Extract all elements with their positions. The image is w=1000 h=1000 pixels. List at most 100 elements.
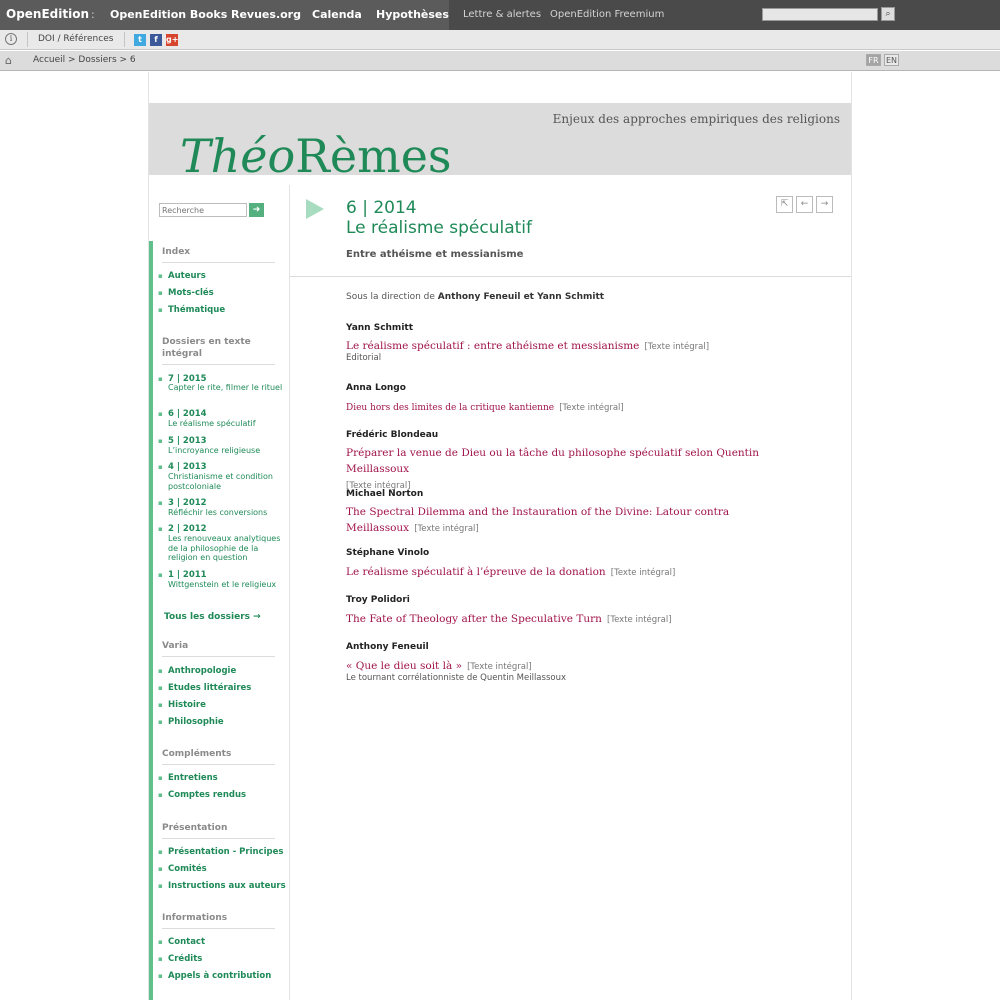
article-entry: Le réalisme spéculatif : entre athéisme … [346, 337, 786, 354]
sidebar-item-comptes-rendus[interactable]: Comptes rendus [168, 790, 246, 800]
facebook-icon[interactable]: f [150, 34, 162, 46]
sidebar-item-thematique[interactable]: Thématique [168, 305, 225, 315]
doi-references-link[interactable]: DOI / Références [38, 34, 113, 44]
sidebar-item-entretiens[interactable]: Entretiens [168, 773, 218, 783]
issue-link-4[interactable]: 4 | 2013 [168, 462, 207, 472]
issue-title-1[interactable]: Wittgenstein et le religieux [168, 580, 283, 590]
sidebar-search-input[interactable] [159, 203, 247, 217]
nav-next-icon[interactable]: → [816, 196, 833, 213]
nav-previous-icon[interactable]: ← [796, 196, 813, 213]
bullet: ▪ [158, 525, 163, 533]
sidebar-item-auteurs[interactable]: Auteurs [168, 271, 206, 281]
lang-fr-button[interactable]: FR [866, 54, 881, 66]
heading-divider [290, 276, 851, 277]
portal-link-books[interactable]: OpenEdition Books [110, 8, 227, 21]
direction-names: Anthony Feneuil et Yann Schmitt [437, 292, 605, 302]
full-text-link[interactable]: [Texte intégral] [607, 615, 672, 625]
article-title-link[interactable]: The Spectral Dilemma and the Instauratio… [346, 506, 729, 534]
info-icon[interactable]: i [5, 33, 17, 45]
issue-subtitle: Entre athéisme et messianisme [346, 249, 524, 260]
bullet: ▪ [158, 791, 163, 799]
issue-title-3[interactable]: Réfléchir les conversions [168, 508, 283, 518]
sidebar-accent-bar [149, 241, 153, 1000]
google-plus-icon[interactable]: g+ [166, 34, 178, 46]
article-title-link[interactable]: Préparer la venue de Dieu ou la tâche du… [346, 447, 759, 475]
bullet: ▪ [158, 375, 163, 383]
bullet: ▪ [158, 774, 163, 782]
direction-line: Sous la direction de Anthony Feneuil et … [346, 292, 604, 302]
bullet: ▪ [158, 667, 163, 675]
issue-title-4[interactable]: Christianisme et condition postcoloniale [168, 472, 283, 491]
portal-link-hypotheses[interactable]: Hypothèses [376, 8, 449, 21]
article-title-link[interactable]: « Que le dieu soit là » [346, 660, 462, 672]
sidebar-item-comites[interactable]: Comités [168, 864, 207, 874]
article-entry: Dieu hors des limites de la critique kan… [346, 398, 786, 415]
issue-title-5[interactable]: L’incroyance religieuse [168, 446, 283, 456]
bullet: ▪ [158, 684, 163, 692]
sidebar-section-complements: Compléments [162, 748, 275, 765]
magnifier-icon[interactable]: ⌕ [881, 7, 895, 21]
sidebar-item-anthropologie[interactable]: Anthropologie [168, 666, 236, 676]
freemium-link[interactable]: OpenEdition Freemium [550, 9, 664, 20]
nav-up-icon[interactable]: ⇱ [776, 196, 793, 213]
bullet: ▪ [158, 571, 163, 579]
article-title-link[interactable]: Le réalisme spéculatif à l’épreuve de la… [346, 566, 606, 578]
newsletter-link[interactable]: Lettre & alertes [463, 9, 541, 20]
journal-banner: Enjeux des approches empiriques des reli… [149, 103, 851, 175]
breadcrumb-bar: ⌂ Accueil > Dossiers > 6 FR EN [0, 51, 1000, 71]
sidebar-item-presentation-principes[interactable]: Présentation - Principes [168, 847, 283, 857]
bullet: ▪ [158, 437, 163, 445]
sidebar-item-instructions-auteurs[interactable]: Instructions aux auteurs [168, 881, 286, 891]
all-dossiers-link[interactable]: Tous les dossiers → [164, 612, 261, 622]
bullet: ▪ [158, 882, 163, 890]
issue-link-6[interactable]: 6 | 2014 [168, 409, 207, 419]
issue-link-2[interactable]: 2 | 2012 [168, 524, 207, 534]
global-search-input[interactable] [762, 8, 878, 21]
divider [27, 32, 28, 47]
issue-number: 6 | 2014 [346, 198, 417, 218]
play-triangle-icon [306, 199, 324, 219]
article-title-link[interactable]: The Fate of Theology after the Speculati… [346, 613, 602, 625]
home-icon[interactable]: ⌂ [5, 54, 12, 67]
tools-bar: i DOI / Références t f g+ [0, 30, 1000, 50]
lang-en-button[interactable]: EN [884, 54, 899, 66]
article-author: Anna Longo [346, 383, 406, 393]
breadcrumb[interactable]: Accueil > Dossiers > 6 [33, 55, 136, 65]
article-entry: « Que le dieu soit là » [Texte intégral] [346, 657, 786, 674]
full-text-link[interactable]: [Texte intégral] [414, 524, 479, 534]
page-title: Le réalisme spéculatif [346, 218, 532, 238]
twitter-icon[interactable]: t [134, 34, 146, 46]
issue-link-5[interactable]: 5 | 2013 [168, 436, 207, 446]
full-text-link[interactable]: [Texte intégral] [644, 342, 709, 352]
bullet: ▪ [158, 463, 163, 471]
sidebar-item-appels-contribution[interactable]: Appels à contribution [168, 971, 271, 981]
sidebar-item-etudes-litteraires[interactable]: Etudes littéraires [168, 683, 251, 693]
issue-title-2[interactable]: Les renouveaux analytiques de la philoso… [168, 534, 283, 563]
bullet: ▪ [158, 938, 163, 946]
arrow-right-icon: → [253, 612, 261, 622]
sidebar-item-mots-cles[interactable]: Mots-clés [168, 288, 214, 298]
issue-link-1[interactable]: 1 | 2011 [168, 570, 207, 580]
issue-link-3[interactable]: 3 | 2012 [168, 498, 207, 508]
journal-logo[interactable]: ThéoRèmes [180, 129, 452, 175]
bullet: ▪ [158, 306, 163, 314]
article-title-link[interactable]: Dieu hors des limites de la critique kan… [346, 403, 554, 413]
search-submit-arrow-icon[interactable]: ➜ [249, 203, 264, 217]
issue-title-6[interactable]: Le réalisme spéculatif [168, 419, 283, 429]
article-entry: Préparer la venue de Dieu ou la tâche du… [346, 444, 786, 493]
article-title-link[interactable]: Le réalisme spéculatif : entre athéisme … [346, 340, 639, 352]
full-text-link[interactable]: [Texte intégral] [559, 403, 624, 413]
sidebar-item-contact[interactable]: Contact [168, 937, 205, 947]
portal-link-calenda[interactable]: Calenda [312, 8, 362, 21]
portal-link-revues[interactable]: Revues.org [231, 8, 301, 21]
full-text-link[interactable]: [Texte intégral] [611, 568, 676, 578]
article-author: Troy Polidori [346, 595, 410, 605]
brand-separator: : [91, 8, 95, 21]
sidebar-item-philosophie[interactable]: Philosophie [168, 717, 224, 727]
bullet: ▪ [158, 410, 163, 418]
sidebar-item-histoire[interactable]: Histoire [168, 700, 206, 710]
full-text-link[interactable]: [Texte intégral] [467, 662, 532, 672]
openedition-brand-link[interactable]: OpenEdition [6, 7, 89, 21]
sidebar-item-credits[interactable]: Crédits [168, 954, 202, 964]
issue-title-7[interactable]: Capter le rite, filmer le rituel [168, 383, 283, 393]
